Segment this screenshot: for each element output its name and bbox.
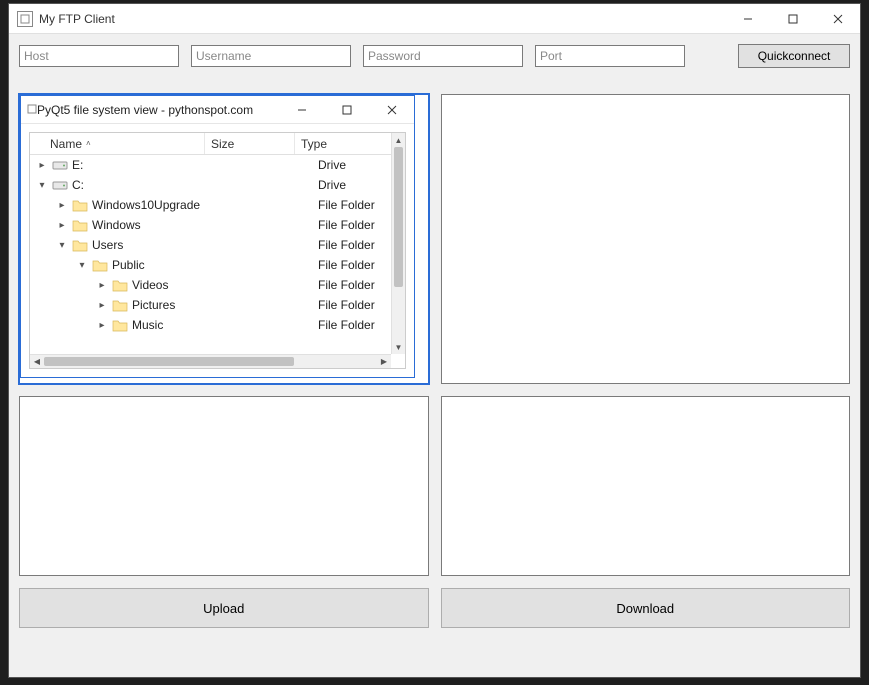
download-button[interactable]: Download [441, 588, 851, 628]
scroll-thumb-h[interactable] [44, 357, 294, 366]
remote-list-panel[interactable] [441, 396, 851, 576]
drive-icon [52, 157, 68, 173]
folder-icon [112, 317, 128, 333]
tree-item-type: File Folder [318, 238, 375, 252]
tree-item-type: Drive [318, 178, 346, 192]
tree-body[interactable]: ▸ E: Drive ▾ C: Drive ▸ Windows10Upgrade File Fo… [30, 155, 391, 354]
scroll-up-icon[interactable]: ▲ [392, 133, 405, 147]
window-controls [725, 4, 860, 33]
folder-icon [112, 277, 128, 293]
tree-row[interactable]: ▸ Pictures File Folder [30, 295, 391, 315]
tree-row[interactable]: ▾ C: Drive [30, 175, 391, 195]
expand-toggle-icon[interactable]: ▾ [36, 180, 48, 191]
inner-window: PyQt5 file system view - pythonspot.com [20, 95, 415, 378]
tree-row[interactable]: ▸ Windows10Upgrade File Folder [30, 195, 391, 215]
horizontal-scrollbar[interactable]: ◀ ▶ [30, 354, 391, 368]
remote-tree-panel[interactable] [441, 94, 851, 384]
titlebar[interactable]: My FTP Client [9, 4, 860, 34]
scroll-right-icon[interactable]: ▶ [377, 355, 391, 368]
app-window: My FTP Client Quickconnect [8, 3, 861, 678]
expand-toggle-icon[interactable]: ▾ [56, 240, 68, 251]
folder-icon [112, 297, 128, 313]
expand-toggle-icon[interactable]: ▸ [56, 200, 68, 211]
tree-row[interactable]: ▸ Videos File Folder [30, 275, 391, 295]
expand-toggle-icon[interactable]: ▸ [56, 220, 68, 231]
tree-item-type: File Folder [318, 298, 375, 312]
connection-row: Quickconnect [9, 34, 860, 68]
local-tree-panel[interactable]: PyQt5 file system view - pythonspot.com [19, 94, 429, 384]
tree-item-name: Users [92, 238, 123, 252]
expand-toggle-icon[interactable]: ▾ [76, 260, 88, 271]
tree-item-type: File Folder [318, 258, 375, 272]
tree-item-name: Pictures [132, 298, 175, 312]
tree-pane[interactable]: Name ˄ Size Type ▸ E: Drive ▾ C: Drive ▸ Window… [29, 132, 406, 369]
tree-row[interactable]: ▸ Music File Folder [30, 315, 391, 335]
inner-maximize-button[interactable] [324, 96, 369, 123]
upload-button[interactable]: Upload [19, 588, 429, 628]
local-list-panel[interactable] [19, 396, 429, 576]
folder-icon [92, 257, 108, 273]
username-input[interactable] [191, 45, 351, 67]
tree-item-type: File Folder [318, 198, 375, 212]
minimize-button[interactable] [725, 4, 770, 33]
expand-toggle-icon[interactable]: ▸ [96, 300, 108, 311]
inner-app-icon [27, 103, 37, 117]
tree-row[interactable]: ▸ E: Drive [30, 155, 391, 175]
column-name[interactable]: Name ˄ [30, 133, 205, 154]
tree-item-name: Music [132, 318, 163, 332]
scroll-thumb[interactable] [394, 147, 403, 287]
expand-toggle-icon[interactable]: ▸ [96, 320, 108, 331]
scroll-left-icon[interactable]: ◀ [30, 355, 44, 368]
close-button[interactable] [815, 4, 860, 33]
folder-icon [72, 237, 88, 253]
tree-item-name: E: [72, 158, 83, 172]
column-type[interactable]: Type [295, 137, 405, 151]
vertical-scrollbar[interactable]: ▲ ▼ [391, 133, 405, 354]
inner-minimize-button[interactable] [279, 96, 324, 123]
tree-item-name: C: [72, 178, 84, 192]
tree-item-type: Drive [318, 158, 346, 172]
tree-item-name: Public [112, 258, 145, 272]
quickconnect-button[interactable]: Quickconnect [738, 44, 850, 68]
tree-item-name: Windows [92, 218, 141, 232]
password-input[interactable] [363, 45, 523, 67]
host-input[interactable] [19, 45, 179, 67]
window-title: My FTP Client [39, 12, 725, 26]
port-input[interactable] [535, 45, 685, 67]
column-size[interactable]: Size [205, 133, 295, 154]
tree-item-name: Windows10Upgrade [92, 198, 200, 212]
tree-item-name: Videos [132, 278, 168, 292]
tree-item-type: File Folder [318, 278, 375, 292]
sort-caret-icon: ˄ [86, 139, 91, 148]
app-icon [17, 11, 33, 27]
tree-row[interactable]: ▾ Public File Folder [30, 255, 391, 275]
expand-toggle-icon[interactable]: ▸ [36, 160, 48, 171]
tree-row[interactable]: ▾ Users File Folder [30, 235, 391, 255]
tree-row[interactable]: ▸ Windows File Folder [30, 215, 391, 235]
tree-item-type: File Folder [318, 218, 375, 232]
expand-toggle-icon[interactable]: ▸ [96, 280, 108, 291]
folder-icon [72, 197, 88, 213]
scroll-down-icon[interactable]: ▼ [392, 340, 405, 354]
drive-icon [52, 177, 68, 193]
folder-icon [72, 217, 88, 233]
tree-header[interactable]: Name ˄ Size Type [30, 133, 405, 155]
inner-close-button[interactable] [369, 96, 414, 123]
inner-titlebar[interactable]: PyQt5 file system view - pythonspot.com [21, 96, 414, 124]
maximize-button[interactable] [770, 4, 815, 33]
inner-window-title: PyQt5 file system view - pythonspot.com [37, 103, 279, 117]
tree-item-type: File Folder [318, 318, 375, 332]
